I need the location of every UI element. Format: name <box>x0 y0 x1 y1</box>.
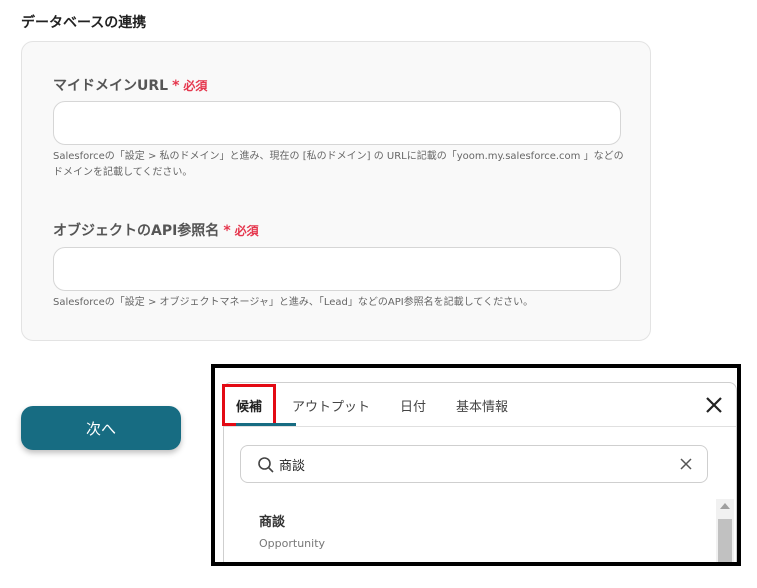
variable-picker-popup: 候補 アウトプット 日付 基本情報 商談 Opportunity <box>222 382 737 562</box>
domain-url-help: Salesforceの「設定 > 私のドメイン」と進み、現在の [私のドメイン]… <box>53 151 624 178</box>
form-card: マイドメインURL * 必須 Salesforceの「設定 > 私のドメイン」と進み… <box>21 41 651 341</box>
api-name-help: Salesforceの「設定 > オブジェクトマネージャ」と進み、「Lead」な… <box>53 297 534 308</box>
tab-candidates[interactable]: 候補 <box>222 383 277 426</box>
api-name-label: オブジェクトのAPI参照名 * 必須 <box>53 220 259 240</box>
scrollbar[interactable] <box>716 499 734 562</box>
section-title: データベースの連携 <box>21 15 147 31</box>
list-item[interactable]: 商談 Opportunity <box>224 499 694 559</box>
tab-date[interactable]: 日付 <box>400 396 426 415</box>
scroll-thumb[interactable] <box>718 519 732 562</box>
required-star: * <box>172 78 180 94</box>
result-subtitle: Opportunity <box>259 537 326 550</box>
scroll-up-arrow-icon[interactable] <box>720 503 730 509</box>
api-name-input[interactable] <box>53 247 621 291</box>
api-name-label-text: オブジェクトのAPI参照名 <box>53 223 220 239</box>
next-button[interactable]: 次へ <box>21 406 181 450</box>
required-badge: 必須 <box>234 224 259 238</box>
domain-url-input[interactable] <box>53 101 621 145</box>
close-icon[interactable] <box>702 393 726 417</box>
search-box <box>240 445 708 483</box>
highlight-box <box>222 383 277 426</box>
required-badge: 必須 <box>183 79 208 93</box>
tab-output[interactable]: アウトプット <box>292 396 370 415</box>
search-input[interactable] <box>279 452 659 476</box>
result-title: 商談 <box>259 515 286 530</box>
required-star: * <box>223 223 231 239</box>
popup-screenshot-frame: さい 候補 アウトプット 日付 基本情報 商談 <box>211 364 741 566</box>
search-icon <box>258 457 274 473</box>
popup-tabs: 候補 アウトプット 日付 基本情報 <box>222 383 538 427</box>
domain-url-label-text: マイドメインURL <box>53 78 169 94</box>
domain-url-label: マイドメインURL * 必須 <box>53 75 207 95</box>
tab-basic-info[interactable]: 基本情報 <box>456 396 508 415</box>
tabs-divider <box>224 426 736 427</box>
clear-icon[interactable] <box>679 457 693 471</box>
